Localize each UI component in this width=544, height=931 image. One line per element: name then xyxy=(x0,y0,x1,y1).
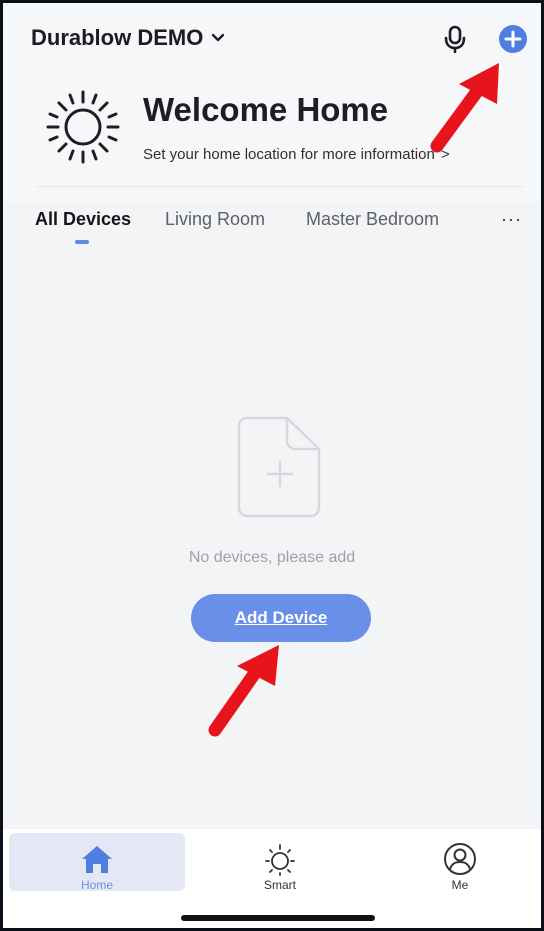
tab-living-room[interactable]: Living Room xyxy=(165,209,265,230)
home-name: Durablow DEMO xyxy=(31,25,204,50)
plus-circle-icon[interactable] xyxy=(497,23,529,55)
set-location-text: Set your home location for more informat… xyxy=(143,146,435,163)
red-arrow-icon xyxy=(430,63,499,153)
nav-home[interactable]: Home xyxy=(9,833,185,892)
empty-state-message: No devices, please add xyxy=(188,549,356,566)
user-circle-icon xyxy=(444,843,476,875)
document-plus-icon xyxy=(237,415,323,524)
home-icon xyxy=(82,846,112,873)
home-selector[interactable]: Durablow DEMO xyxy=(31,25,225,51)
nav-me[interactable]: Me xyxy=(372,833,541,892)
divider xyxy=(37,186,523,187)
app-screen: Durablow DEMO Welcome Home Set your home… xyxy=(0,0,544,931)
set-location-link[interactable]: Set your home location for more informat… xyxy=(143,146,450,163)
home-indicator-bar[interactable] xyxy=(181,915,375,921)
room-tabs: All Devices Living Room Master Bedroom ·… xyxy=(3,203,541,253)
more-tabs-button[interactable]: ··· xyxy=(501,209,522,230)
tab-all-devices[interactable]: All Devices xyxy=(35,209,131,230)
nav-me-label: Me xyxy=(451,878,469,892)
sun-icon xyxy=(43,88,123,171)
nav-smart[interactable]: Smart xyxy=(192,833,368,892)
nav-smart-label: Smart xyxy=(263,878,296,892)
chevron-down-icon xyxy=(211,33,225,43)
active-tab-indicator xyxy=(75,240,89,244)
sun-icon xyxy=(265,844,295,876)
add-device-button[interactable]: Add Device xyxy=(191,594,371,642)
red-arrow-icon xyxy=(208,645,279,737)
nav-home-label: Home xyxy=(80,878,113,892)
microphone-icon[interactable] xyxy=(439,23,471,55)
welcome-title: Welcome Home xyxy=(143,91,389,128)
tab-master-bedroom[interactable]: Master Bedroom xyxy=(306,209,439,230)
